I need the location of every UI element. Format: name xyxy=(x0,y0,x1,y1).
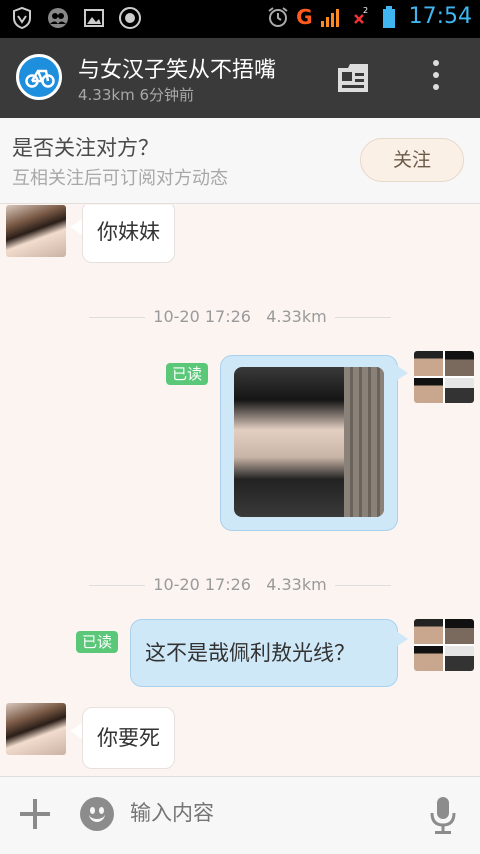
emoji-icon[interactable] xyxy=(80,797,114,831)
follow-subtext: 互相关注后可订阅对方动态 xyxy=(12,168,228,189)
contact-avatar[interactable] xyxy=(16,54,62,100)
status-bar: G 2 17:54 xyxy=(0,0,480,38)
read-badge: 已读 xyxy=(166,363,209,385)
bubble-tail xyxy=(396,631,408,647)
network-type: G xyxy=(296,4,313,29)
people-icon xyxy=(48,8,68,28)
image-icon xyxy=(84,9,104,27)
bubble-tail xyxy=(70,723,82,739)
bubble-tail xyxy=(70,219,82,235)
contact-avatar-thumb[interactable] xyxy=(6,205,66,257)
profile-card-icon[interactable] xyxy=(336,62,370,94)
sim-error-icon: 2 xyxy=(353,6,368,24)
received-message[interactable]: 你妹妹 xyxy=(82,205,175,263)
contact-avatar-thumb[interactable] xyxy=(6,703,66,755)
signal-icon xyxy=(320,8,339,27)
bicycle-icon xyxy=(25,69,55,88)
clock: 17:54 xyxy=(408,4,472,29)
overflow-menu-icon[interactable] xyxy=(428,60,444,94)
chat-subtitle: 4.33km 6分钟前 xyxy=(78,86,195,104)
sent-message[interactable]: 这不是哉佩利敖光线？ xyxy=(130,619,398,687)
sent-photo[interactable] xyxy=(234,367,384,517)
chat-title-bar: 与女汉子笑从不捂嘴 4.33km 6分钟前 xyxy=(0,38,480,118)
message-timestamp: 10-20 17:26 4.33km xyxy=(0,307,480,326)
read-badge: 已读 xyxy=(76,631,119,653)
battery-icon xyxy=(382,5,395,28)
bubble-tail xyxy=(396,365,408,381)
my-avatar-thumb[interactable] xyxy=(414,351,474,403)
message-input-bar xyxy=(0,776,480,854)
alarm-icon xyxy=(268,6,288,27)
follow-button[interactable]: 关注 xyxy=(360,138,464,182)
message-input[interactable] xyxy=(130,801,410,825)
follow-question: 是否关注对方？ xyxy=(12,136,159,160)
received-message[interactable]: 你要死 xyxy=(82,707,175,769)
shield-icon xyxy=(13,6,31,30)
browser-icon xyxy=(119,7,141,29)
message-timestamp: 10-20 17:26 4.33km xyxy=(0,575,480,594)
plus-icon[interactable] xyxy=(20,799,50,829)
chat-title: 与女汉子笑从不捂嘴 xyxy=(78,58,277,83)
microphone-icon[interactable] xyxy=(430,797,456,835)
my-avatar-thumb[interactable] xyxy=(414,619,474,671)
svg-text:2: 2 xyxy=(363,6,368,15)
message-list[interactable]: 你妹妹 10-20 17:26 4.33km 已读 10-20 17:26 4.… xyxy=(0,205,480,775)
follow-prompt: 是否关注对方？ 互相关注后可订阅对方动态 关注 xyxy=(0,118,480,204)
